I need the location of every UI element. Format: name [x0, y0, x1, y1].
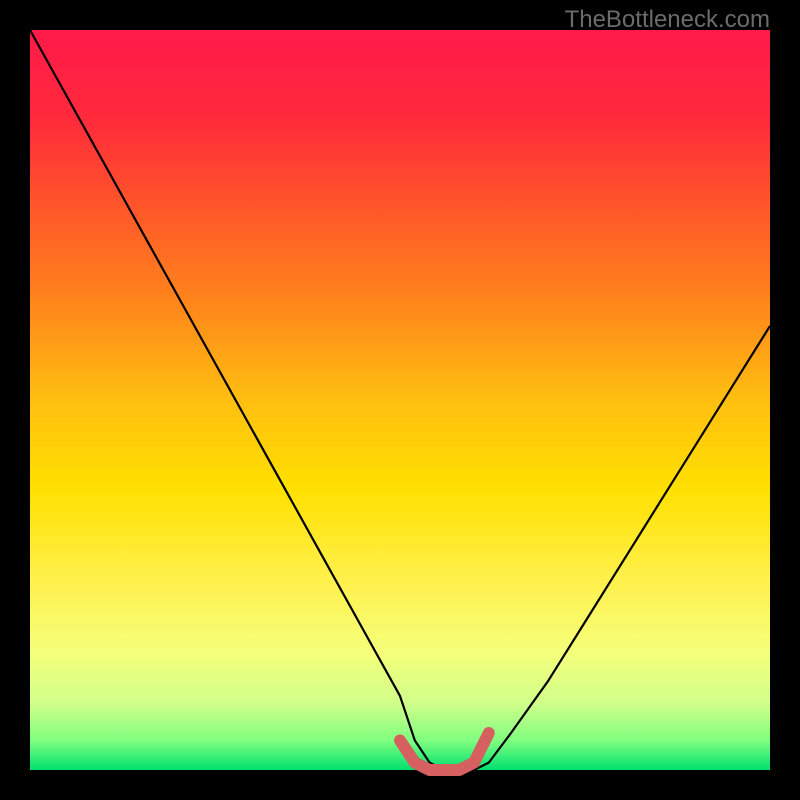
plot-area — [30, 30, 770, 770]
watermark-text: TheBottleneck.com — [565, 6, 770, 34]
chart-container: TheBottleneck.com — [0, 0, 800, 800]
bottleneck-curve — [30, 30, 770, 770]
curve-layer — [30, 30, 770, 770]
